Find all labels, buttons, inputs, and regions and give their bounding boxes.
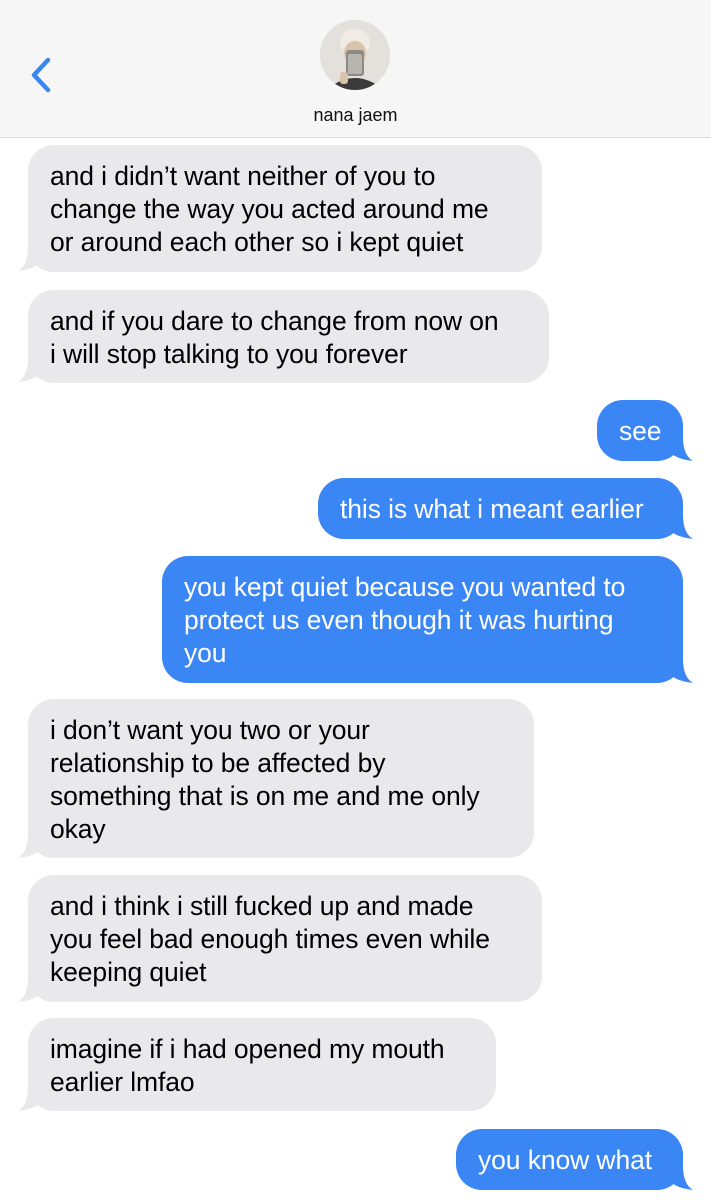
back-button[interactable]	[22, 52, 58, 98]
sent-bubble-tail	[669, 659, 693, 683]
received-bubble-tail	[18, 834, 42, 858]
received-bubble-tail	[18, 1087, 42, 1111]
received-message-bubble[interactable]: imagine if i had opened my mouth earlier…	[28, 1018, 496, 1111]
sent-message-bubble[interactable]: you kept quiet because you wanted to pro…	[162, 556, 683, 683]
sent-bubble-tail	[669, 437, 693, 461]
received-bubble-tail	[18, 358, 42, 382]
contact-avatar[interactable]	[320, 20, 390, 90]
conversation-header: nana jaem	[0, 0, 711, 138]
sent-message-bubble[interactable]: you know what	[456, 1129, 683, 1190]
sent-message-bubble[interactable]: this is what i meant earlier	[318, 478, 683, 539]
sent-bubble-tail	[669, 1166, 693, 1190]
sent-bubble-tail	[669, 515, 693, 539]
chevron-left-icon	[31, 57, 51, 93]
received-bubble-tail	[18, 247, 42, 271]
received-message-bubble[interactable]: and i think i still fucked up and made y…	[28, 875, 542, 1002]
message-thread[interactable]: and i didn’t want neither of you to chan…	[0, 137, 711, 1200]
received-message-bubble[interactable]: and i didn’t want neither of you to chan…	[28, 145, 542, 272]
received-bubble-tail	[18, 978, 42, 1002]
contact-name[interactable]: nana jaem	[0, 105, 711, 126]
received-message-bubble[interactable]: i don’t want you two or your relationshi…	[28, 699, 534, 858]
avatar-photo	[320, 20, 390, 90]
received-message-bubble[interactable]: and if you dare to change from now on i …	[28, 290, 549, 383]
